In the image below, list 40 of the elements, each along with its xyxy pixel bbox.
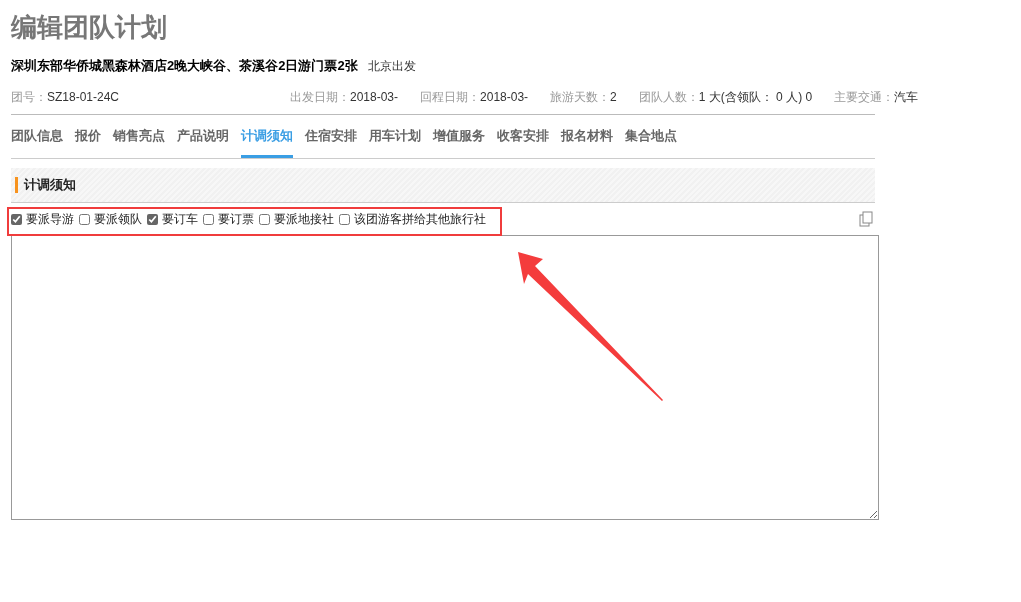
tour-name: 深圳东部华侨城黑森林酒店2晚大峡谷、茶溪谷2日游门票2张 [11, 57, 358, 75]
checkbox[interactable] [11, 213, 22, 225]
tab[interactable]: 收客安排 [497, 120, 549, 158]
checkbox-label: 该团游客拼给其他旅行社 [354, 211, 486, 228]
info-label: 出发日期： [290, 88, 350, 106]
tab[interactable]: 报价 [75, 120, 101, 158]
checkbox-label: 要派地接社 [274, 211, 334, 228]
info-label: 旅游天数： [550, 88, 611, 106]
info-label: 团号： [11, 88, 47, 106]
checkbox[interactable] [147, 213, 158, 225]
info-value: 2018-03- [480, 88, 529, 106]
checkbox-label: 要派导游 [26, 211, 74, 228]
tab[interactable]: 住宿安排 [305, 120, 357, 158]
section-title: 计调须知 [15, 177, 76, 193]
departure-city: 北京出发 [367, 58, 416, 75]
checkbox[interactable] [259, 213, 270, 225]
checkbox[interactable] [339, 213, 350, 225]
tab[interactable]: 用车计划 [369, 120, 421, 158]
tab[interactable]: 团队信息 [11, 120, 63, 158]
info-label: 团队人数： [638, 88, 699, 106]
info-value: 汽车 [894, 88, 919, 106]
checkbox-label: 要派领队 [94, 211, 142, 228]
tab[interactable]: 增值服务 [433, 120, 485, 158]
tab[interactable]: 销售亮点 [113, 120, 165, 158]
checkbox-label: 要订车 [162, 211, 198, 228]
info-label: 主要交通： [834, 88, 895, 106]
info-value: 1 大(含领队： 0 人) 0 [698, 88, 813, 106]
checkbox[interactable] [203, 213, 214, 225]
checkbox-label: 要订票 [218, 211, 254, 228]
info-label: 回程日期： [420, 88, 481, 106]
page-title: 编辑团队计划 [11, 11, 167, 44]
tab[interactable]: 报名材料 [561, 120, 613, 158]
tab[interactable]: 集合地点 [625, 120, 677, 158]
tab[interactable]: 产品说明 [177, 120, 229, 158]
info-value: SZ18-01-24C [47, 88, 120, 106]
copy-icon[interactable] [859, 211, 873, 227]
tab[interactable]: 计调须知 [241, 120, 293, 158]
info-value: 2018-03- [350, 88, 399, 106]
checkbox[interactable] [79, 213, 90, 225]
info-value: 2 [610, 88, 617, 106]
